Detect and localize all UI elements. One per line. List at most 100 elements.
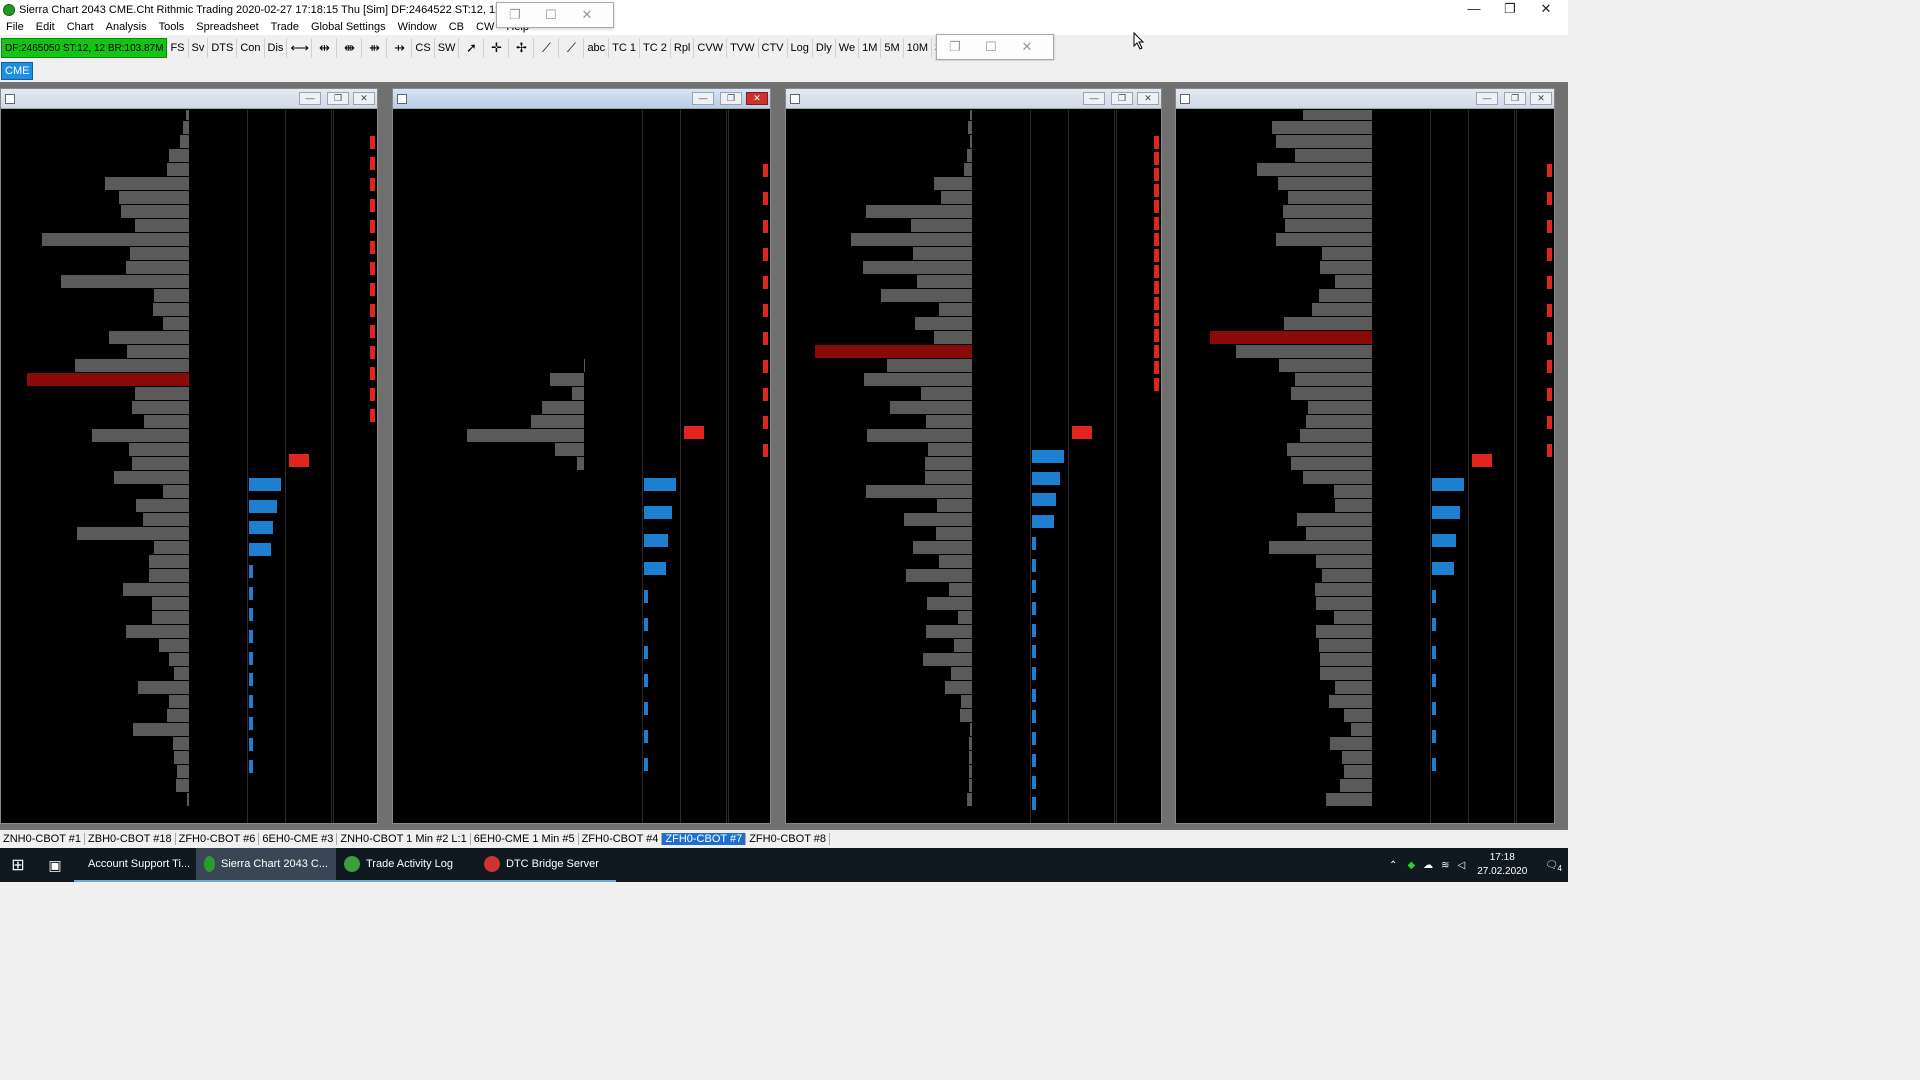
ladder-row[interactable] xyxy=(786,134,1161,148)
bid-size[interactable] xyxy=(249,673,285,687)
ask-size[interactable] xyxy=(333,304,375,317)
bid-size[interactable] xyxy=(249,478,285,491)
panel-close-button[interactable]: ✕ xyxy=(746,92,768,105)
dom-panel-4[interactable]: — ❐ ✕ xyxy=(1175,88,1555,824)
ask-size[interactable] xyxy=(1516,388,1552,401)
toolbar-span-icon[interactable]: ⇸ xyxy=(387,38,413,58)
ladder-row[interactable] xyxy=(1176,134,1554,148)
ladder-row[interactable] xyxy=(1176,190,1554,204)
ladder-row[interactable] xyxy=(393,582,770,596)
ladder-row[interactable] xyxy=(1176,694,1554,708)
ladder-row[interactable] xyxy=(1176,204,1554,218)
ladder-row[interactable] xyxy=(1176,750,1554,764)
ladder-row[interactable] xyxy=(786,260,1161,274)
chart-tab[interactable]: 6EH0-CME #3 xyxy=(259,833,338,845)
ask-size[interactable] xyxy=(728,276,768,289)
ladder-row[interactable] xyxy=(786,568,1161,582)
menu-spreadsheet[interactable]: Spreadsheet xyxy=(190,21,264,33)
toolbar-span-icon[interactable]: ⇻ xyxy=(362,38,388,58)
toolbar-button-1m[interactable]: 1M xyxy=(859,38,882,58)
wifi-icon[interactable]: ≋ xyxy=(1437,860,1453,871)
ask-size[interactable] xyxy=(1116,329,1159,343)
ladder-row[interactable] xyxy=(393,288,770,302)
ladder-row[interactable] xyxy=(1176,274,1554,288)
bid-size[interactable] xyxy=(249,543,285,557)
ask-size[interactable] xyxy=(1116,232,1159,246)
ladder-row[interactable] xyxy=(786,764,1161,778)
ladder-row[interactable] xyxy=(393,652,770,666)
ladder-row[interactable] xyxy=(1176,176,1554,190)
ladder-row[interactable] xyxy=(1,498,377,512)
ask-size[interactable] xyxy=(728,388,768,401)
ask-size[interactable] xyxy=(1516,332,1552,345)
ladder-row[interactable] xyxy=(1,736,377,750)
ladder-row[interactable] xyxy=(393,498,770,512)
ladder-row[interactable] xyxy=(393,414,770,428)
ladder-row[interactable] xyxy=(1176,246,1554,260)
chart-tab[interactable]: ZBH0-CBOT #18 xyxy=(85,833,176,845)
ladder-row[interactable] xyxy=(1,708,377,722)
panel-maximize-button[interactable]: ❐ xyxy=(1111,92,1133,105)
ladder-row[interactable] xyxy=(1,110,377,120)
ladder-row[interactable] xyxy=(786,344,1161,358)
ladder-row[interactable] xyxy=(786,110,1161,120)
ladder-row[interactable] xyxy=(1176,764,1554,778)
bid-size[interactable] xyxy=(644,674,680,687)
toolbar-button-sv[interactable]: Sv xyxy=(189,38,209,58)
ask-size[interactable] xyxy=(728,416,768,429)
ladder-row[interactable] xyxy=(1176,386,1554,400)
ladder-row[interactable] xyxy=(393,554,770,568)
menu-analysis[interactable]: Analysis xyxy=(100,21,153,33)
bid-size[interactable] xyxy=(1432,674,1468,687)
ladder-row[interactable] xyxy=(1,750,377,764)
ladder-row[interactable] xyxy=(1176,344,1554,358)
ladder-row[interactable] xyxy=(1176,358,1554,372)
restore-icon[interactable]: ❐ xyxy=(937,39,973,55)
bid-size[interactable] xyxy=(249,586,285,600)
inside-ask-box[interactable] xyxy=(684,426,704,439)
tray-chevron-icon[interactable]: ⌃ xyxy=(1383,860,1403,871)
ladder-row[interactable] xyxy=(1,638,377,652)
ladder-row[interactable] xyxy=(1,288,377,302)
bid-size[interactable] xyxy=(644,534,680,547)
ask-size[interactable] xyxy=(333,241,375,254)
dom-ladder[interactable] xyxy=(393,110,770,823)
toolbar-button-abc[interactable]: abc xyxy=(584,38,610,58)
ladder-row[interactable] xyxy=(1,120,377,134)
bid-size[interactable] xyxy=(644,590,680,603)
ask-size[interactable] xyxy=(333,199,375,212)
ladder-row[interactable] xyxy=(1176,540,1554,554)
ladder-row[interactable] xyxy=(1176,568,1554,582)
ladder-row[interactable] xyxy=(1176,302,1554,316)
ask-size[interactable] xyxy=(728,332,768,345)
ladder-row[interactable] xyxy=(1,484,377,498)
ask-size[interactable] xyxy=(728,360,768,373)
bid-size[interactable] xyxy=(249,521,285,535)
restore-button[interactable]: ❐ xyxy=(1492,0,1528,19)
ladder-row[interactable] xyxy=(1176,792,1554,806)
ladder-row[interactable] xyxy=(1,596,377,610)
ladder-row[interactable] xyxy=(1176,372,1554,386)
toolbar-button-tvw[interactable]: TVW xyxy=(727,38,759,58)
ladder-row[interactable] xyxy=(393,540,770,554)
toolbar-button-dis[interactable]: Dis xyxy=(265,38,288,58)
ask-size[interactable] xyxy=(1116,200,1159,214)
toolbar-span-icon[interactable]: ⟷ xyxy=(287,38,313,58)
ladder-row[interactable] xyxy=(1176,162,1554,176)
ladder-row[interactable] xyxy=(1176,148,1554,162)
ladder-row[interactable] xyxy=(1,582,377,596)
chart-tab[interactable]: ZFH0-CBOT #8 xyxy=(746,833,830,845)
ladder-row[interactable] xyxy=(1,540,377,554)
taskbar-item[interactable]: Account Support Ti... xyxy=(74,848,196,882)
toolbar-button-cvw[interactable]: CVW xyxy=(694,38,728,58)
bid-size[interactable] xyxy=(1432,758,1468,771)
bid-size[interactable] xyxy=(1032,515,1068,529)
ladder-row[interactable] xyxy=(393,694,770,708)
ladder-row[interactable] xyxy=(393,134,770,148)
ladder-row[interactable] xyxy=(393,484,770,498)
ladder-row[interactable] xyxy=(1,512,377,526)
ask-size[interactable] xyxy=(1116,152,1159,166)
menu-cb[interactable]: CB xyxy=(443,21,470,33)
bid-size[interactable] xyxy=(1432,562,1468,575)
bid-size[interactable] xyxy=(1032,601,1068,615)
